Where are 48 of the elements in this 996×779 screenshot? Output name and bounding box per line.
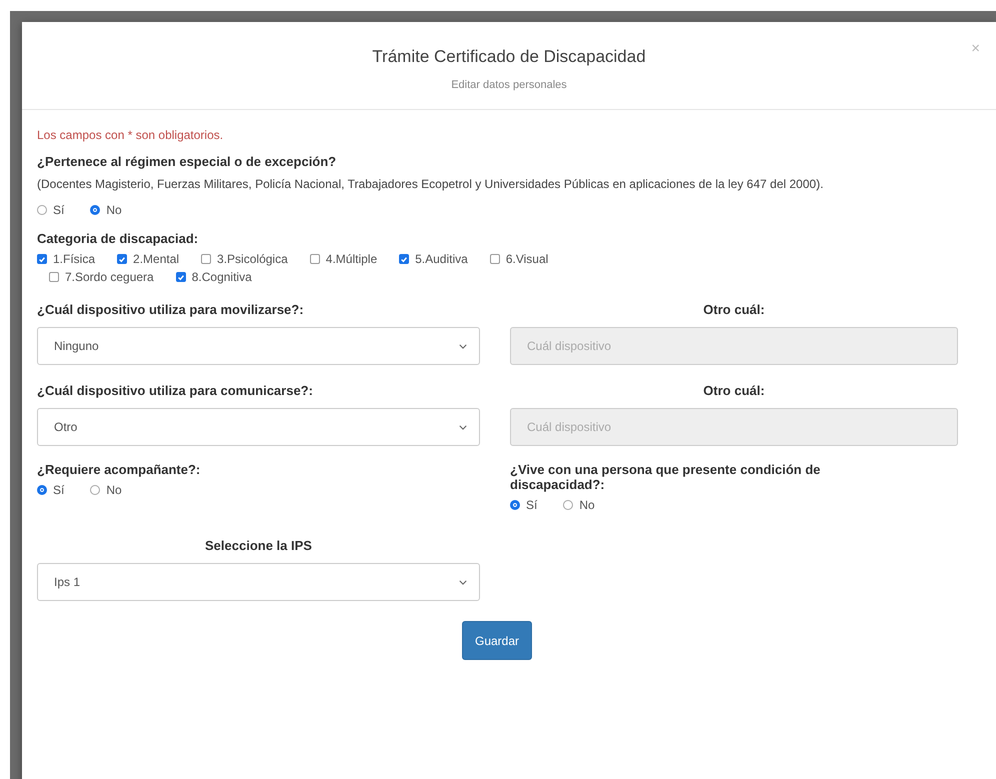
select-field[interactable]: Ips 1 — [37, 563, 480, 601]
radio-button[interactable] — [37, 205, 47, 215]
checkbox-label: 3.Psicológica — [217, 252, 288, 266]
checkbox[interactable] — [176, 272, 186, 282]
field-label: ¿Vive con una persona que presente condición de discapacidad?: — [510, 462, 822, 492]
radio-label: Sí — [526, 498, 538, 512]
checkbox-label: 1.Física — [53, 252, 96, 266]
radio-button[interactable] — [510, 500, 520, 510]
radio-button[interactable] — [90, 485, 100, 495]
checkbox-label: 6.Visual — [506, 252, 548, 266]
chevron-down-icon — [459, 580, 467, 584]
checkbox[interactable] — [399, 254, 410, 264]
checkbox[interactable] — [37, 254, 47, 264]
radio-label: Sí — [53, 483, 64, 497]
checkbox[interactable] — [117, 254, 128, 264]
radio-label: Sí — [53, 203, 64, 217]
chevron-down-icon — [459, 424, 467, 430]
checkbox-label: 8.Cognitiva — [192, 270, 252, 284]
chevron-down-icon — [459, 344, 467, 348]
checkbox-label: 7.Sordo ceguera — [65, 270, 154, 284]
select-field[interactable]: Otro — [37, 408, 480, 446]
checkbox-label: 5.Auditiva — [415, 252, 468, 266]
required-note: Los campos con * son obligatorios. — [37, 128, 224, 142]
field-label: ¿Pertenece al régimen especial o de excepción? — [37, 154, 338, 169]
field-label: ¿Requiere acompañante?: — [37, 462, 202, 477]
field-label: ¿Cuál dispositivo utiliza para movilizarse?: — [37, 302, 305, 317]
checkbox[interactable] — [310, 254, 320, 264]
modal-subtitle: Editar datos personales — [451, 79, 567, 91]
field-label: ¿Cuál dispositivo utiliza para comunicarse?: — [37, 383, 314, 398]
field-label: Seleccione la IPS — [204, 538, 313, 553]
checkbox[interactable] — [490, 254, 500, 264]
modal-title: Trámite Certificado de Discapacidad — [372, 47, 646, 67]
radio-button[interactable] — [563, 500, 574, 510]
checkbox[interactable] — [201, 254, 212, 264]
checkbox-label: 2.Mental — [133, 252, 180, 266]
field-label: Otro cuál: — [702, 383, 766, 398]
save-button[interactable]: Guardar — [462, 621, 532, 660]
radio-label: No — [106, 203, 122, 217]
radio-label: No — [579, 498, 595, 512]
radio-button[interactable] — [37, 485, 47, 495]
field-label: Categoria de discapaciad: — [37, 231, 200, 246]
checkbox-label: 4.Múltiple — [326, 252, 378, 266]
select-field[interactable]: Ninguno — [37, 327, 480, 365]
radio-label: No — [106, 483, 122, 497]
radio-button[interactable] — [90, 205, 100, 215]
field-label: Otro cuál: — [702, 302, 766, 317]
checkbox[interactable] — [49, 272, 59, 282]
help-text: (Docentes Magisterio, Fuerzas Militares, Policía Nacional, Trabajadores Ecopetrol y Universidades Públicas en aplicaciones de la ley 647 del 2000). — [37, 176, 824, 193]
